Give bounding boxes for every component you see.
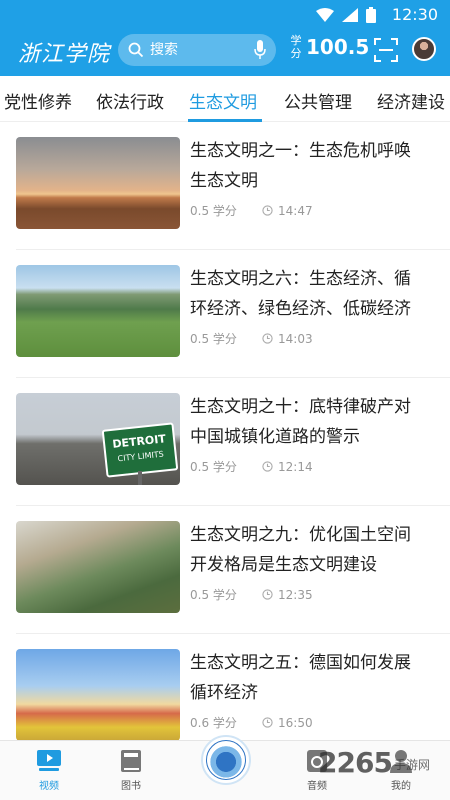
video-meta: 0.5 学分 14:03 [190,330,313,347]
nav-label: 视频 [39,781,59,792]
app-logo[interactable]: 浙江学院 [18,36,110,68]
tab-law-administration[interactable]: 依法行政 [96,88,164,113]
tab-ecological-civilization[interactable]: 生态文明 [189,88,257,113]
video-title: 生态文明之五：德国如何发展循环经济 [190,653,411,703]
video-title: 生态文明之十：底特律破产对中国城镇化道路的警示 [190,397,411,447]
video-thumbnail[interactable]: DETROIT CITY LIMITS [16,393,180,485]
wifi-icon [316,8,334,22]
nav-label: 图书 [121,781,141,792]
video-credits: 0.5 学分 [190,460,237,474]
watermark: 2265 手游网 [318,746,430,779]
detroit-sign: DETROIT CITY LIMITS [101,422,179,478]
video-duration: 12:35 [278,587,313,602]
clock-icon [262,589,273,600]
clock-icon [262,205,273,216]
nav-books[interactable]: 图书 [96,747,166,792]
search-icon [128,42,144,58]
scan-icon[interactable] [374,38,398,62]
video-duration: 14:03 [278,331,313,346]
video-credits: 0.6 学分 [190,716,237,730]
video-thumbnail[interactable] [16,649,180,741]
video-item[interactable]: DETROIT CITY LIMITS 生态文明之十：底特律破产对中国城镇化道路… [0,378,450,506]
watermark-sub: 手游网 [394,758,431,772]
video-credits: 0.5 学分 [190,204,237,218]
video-meta: 0.5 学分 14:47 [190,202,313,219]
video-duration-group: 16:50 [262,716,313,730]
nav-label: 我的 [391,781,411,792]
app-header: 12:30 浙江学院 学分 100.5 [0,0,450,76]
avatar[interactable] [412,37,436,61]
tab-economic-construction[interactable]: 经济建设 [377,88,445,113]
category-tabs: 党性修养 依法行政 生态文明 公共管理 经济建设 [0,76,450,122]
app-bar: 浙江学院 学分 100.5 [0,30,450,76]
video-duration-group: 12:35 [262,588,313,602]
search-box[interactable] [118,34,276,66]
credit-label: 学分 [290,34,302,60]
credit-value: 100.5 [306,35,370,59]
school-emblem-icon [206,740,246,780]
video-duration-group: 12:14 [262,460,313,474]
video-duration-group: 14:03 [262,332,313,346]
video-title: 生态文明之六：生态经济、循环经济、绿色经济、低碳经济 [190,269,411,319]
video-title: 生态文明之九：优化国土空间开发格局是生态文明建设 [190,525,411,575]
video-duration: 16:50 [278,715,313,730]
video-credits: 0.5 学分 [190,588,237,602]
sign-pole [138,471,142,485]
video-title: 生态文明之一：生态危机呼唤生态文明 [190,141,411,191]
video-duration: 14:47 [278,203,313,218]
video-icon [37,750,61,771]
video-thumbnail[interactable] [16,137,180,229]
video-duration-group: 14:47 [262,204,313,218]
school-emblem-button[interactable] [201,735,251,785]
nav-label: 音频 [307,781,327,792]
clock-icon [262,333,273,344]
video-credits: 0.5 学分 [190,332,237,346]
video-meta: 0.6 学分 16:50 [190,714,313,731]
status-icons [316,7,376,23]
microphone-icon[interactable] [254,40,266,60]
tab-party-cultivation[interactable]: 党性修养 [4,88,72,113]
status-time: 12:30 [391,5,438,24]
video-meta: 0.5 学分 12:14 [190,458,313,475]
video-thumbnail[interactable] [16,521,180,613]
nav-video[interactable]: 视频 [14,747,84,792]
video-item[interactable]: 生态文明之一：生态危机呼唤生态文明 0.5 学分 14:47 [0,122,450,250]
clock-icon [262,461,273,472]
video-item[interactable]: 生态文明之六：生态经济、循环经济、绿色经济、低碳经济 0.5 学分 14:03 [0,250,450,378]
book-icon [121,750,141,772]
video-thumbnail[interactable] [16,265,180,357]
video-item[interactable]: 生态文明之九：优化国土空间开发格局是生态文明建设 0.5 学分 12:35 [0,506,450,634]
sign-line2: CITY LIMITS [117,449,165,464]
video-duration: 12:14 [278,459,313,474]
video-meta: 0.5 学分 12:35 [190,586,313,603]
status-bar: 12:30 [0,0,450,30]
signal-icon [342,8,358,22]
tab-public-management[interactable]: 公共管理 [284,88,352,113]
battery-icon [366,7,376,23]
credit-display[interactable]: 学分 100.5 [290,34,370,60]
search-input[interactable] [150,42,246,58]
clock-icon [262,717,273,728]
watermark-main: 2265 [318,746,393,779]
